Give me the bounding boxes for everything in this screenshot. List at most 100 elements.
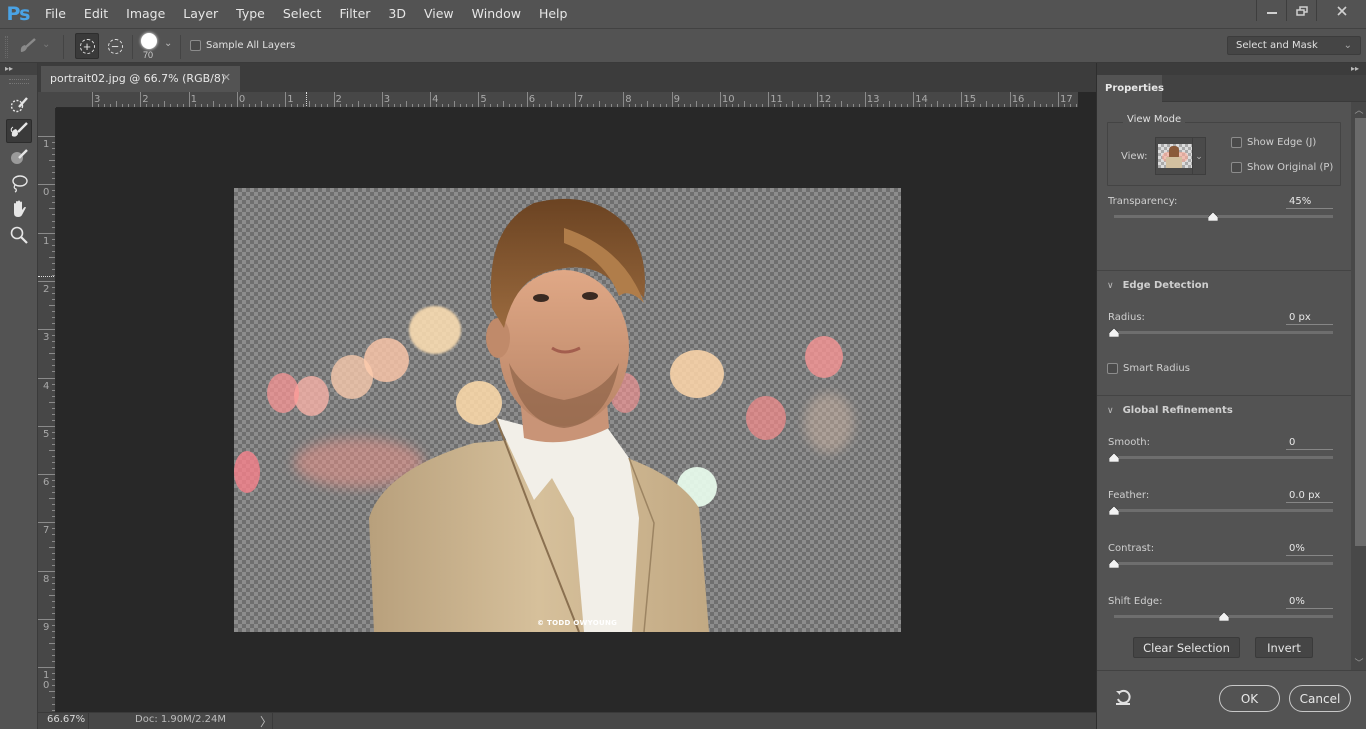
horizontal-ruler[interactable]: 3 2 1 0 1 2 3 4 5 6 7 8 9 10 11 12 13 14 15 16 17	[56, 92, 1078, 108]
radius-slider-track[interactable]	[1114, 331, 1333, 334]
show-edge-checkbox[interactable]: Show Edge (J)	[1231, 137, 1316, 148]
brush-preview-icon[interactable]	[141, 33, 157, 49]
brush-tool[interactable]	[6, 145, 32, 169]
smooth-label: Smooth:	[1108, 437, 1150, 448]
ruler-origin[interactable]	[38, 92, 56, 108]
ruler-minor-tick	[164, 101, 166, 107]
menu-edit[interactable]: Edit	[75, 0, 117, 28]
reset-button[interactable]	[1114, 688, 1132, 711]
subtract-from-selection-button[interactable]: −	[103, 33, 127, 59]
global-refinements-header[interactable]: ∨ Global Refinements	[1107, 405, 1233, 416]
menu-layer[interactable]: Layer	[174, 0, 227, 28]
cancel-button[interactable]: Cancel	[1289, 685, 1351, 712]
ruler-major-tick	[38, 619, 55, 620]
ruler-major-tick	[816, 92, 818, 107]
ruler-major-tick	[913, 92, 915, 107]
menu-view[interactable]: View	[415, 0, 463, 28]
vertical-ruler[interactable]: 101234567891 0	[38, 108, 56, 712]
show-original-checkbox[interactable]: Show Original (P)	[1231, 162, 1333, 173]
smooth-slider-track[interactable]	[1114, 456, 1333, 459]
view-thumbnail	[1158, 144, 1192, 168]
menu-image[interactable]: Image	[117, 0, 174, 28]
ruler-minor-tick	[550, 101, 552, 107]
ruler-label: 1	[43, 139, 50, 150]
zoom-tool[interactable]	[6, 223, 32, 247]
smart-radius-checkbox[interactable]: Smart Radius	[1107, 363, 1190, 374]
smooth-slider-thumb[interactable]	[1109, 453, 1119, 462]
photoshop-window: Ps File Edit Image Layer Type Select Fil…	[0, 0, 1366, 729]
ruler-major-tick	[188, 92, 190, 107]
transparency-slider-thumb[interactable]	[1207, 212, 1218, 221]
checkbox-icon[interactable]	[1231, 162, 1242, 173]
sample-all-layers-label: Sample All Layers	[206, 40, 296, 51]
ruler-major-tick	[623, 92, 625, 107]
scroll-down-icon[interactable]: ﹀	[1351, 656, 1366, 669]
document-image[interactable]: © TODD OWYOUNG	[234, 188, 901, 632]
canvas-area[interactable]: © TODD OWYOUNG	[56, 108, 1078, 712]
ruler-minor-tick	[49, 498, 55, 500]
contrast-slider-track[interactable]	[1114, 562, 1333, 565]
ok-button[interactable]: OK	[1219, 685, 1280, 712]
hand-tool[interactable]	[6, 197, 32, 221]
checkbox-icon[interactable]	[1107, 363, 1118, 374]
edge-detection-header[interactable]: ∨ Edge Detection	[1107, 280, 1209, 291]
shift-edge-value[interactable]: 0%	[1286, 596, 1333, 609]
radius-value[interactable]: 0 px	[1286, 312, 1333, 325]
contrast-slider-thumb[interactable]	[1109, 559, 1119, 568]
lasso-tool[interactable]	[6, 171, 32, 195]
zoom-level-field[interactable]: 66.67%	[38, 713, 89, 729]
contrast-value[interactable]: 0%	[1286, 543, 1333, 556]
chevron-down-icon[interactable]: ⌄	[1192, 138, 1205, 174]
status-menu-arrow-icon[interactable]: 〉	[260, 713, 272, 729]
clear-selection-button[interactable]: Clear Selection	[1133, 637, 1240, 658]
select-and-mask-dropdown[interactable]: Select and Mask ⌄	[1227, 36, 1361, 55]
transparency-slider-track[interactable]	[1114, 215, 1333, 218]
menu-type[interactable]: Type	[227, 0, 274, 28]
menu-file[interactable]: File	[36, 0, 75, 28]
view-label: View:	[1121, 151, 1148, 162]
restore-button[interactable]	[1286, 0, 1316, 21]
quick-selection-tool[interactable]	[6, 93, 32, 117]
add-to-selection-button[interactable]: +	[75, 33, 99, 59]
feather-slider-thumb[interactable]	[1109, 506, 1119, 515]
invert-button[interactable]: Invert	[1255, 637, 1313, 658]
document-info[interactable]: Doc: 1.90M/2.24M	[135, 714, 226, 725]
close-tab-icon[interactable]: ✕	[222, 71, 231, 84]
ruler-minor-tick	[49, 594, 55, 596]
close-window-button[interactable]	[1316, 0, 1366, 21]
properties-scrollbar[interactable]: ︿ ﹀	[1351, 102, 1366, 670]
minimize-button[interactable]	[1256, 0, 1286, 21]
menu-select[interactable]: Select	[274, 0, 331, 28]
tool-preset-chevron-icon[interactable]: ⌄	[42, 39, 50, 50]
checkbox-icon[interactable]	[190, 40, 201, 51]
transparency-value[interactable]: 45%	[1286, 196, 1333, 209]
checkbox-icon[interactable]	[1231, 137, 1242, 148]
options-bar-grip[interactable]	[5, 36, 8, 58]
feather-slider-track[interactable]	[1114, 509, 1333, 512]
toolbar-collapse-icon[interactable]: ▸▸	[0, 63, 37, 75]
ruler-minor-tick	[937, 101, 939, 107]
radius-slider-thumb[interactable]	[1109, 328, 1119, 337]
feather-value[interactable]: 0.0 px	[1286, 490, 1333, 503]
feather-label: Feather:	[1108, 490, 1150, 501]
document-tab[interactable]: portrait02.jpg @ 66.7% (RGB/8) ✕	[41, 66, 240, 92]
panel-collapse-icon[interactable]: ▸▸	[1097, 63, 1366, 75]
menu-help[interactable]: Help	[530, 0, 577, 28]
smooth-value[interactable]: 0	[1286, 437, 1333, 450]
ruler-minor-tick	[49, 256, 55, 258]
sample-all-layers-checkbox[interactable]: Sample All Layers	[190, 40, 295, 51]
refine-edge-brush-tool[interactable]	[5, 119, 32, 143]
scrollbar-thumb[interactable]	[1355, 118, 1366, 546]
tool-preset-picker[interactable]	[17, 36, 39, 56]
scroll-up-icon[interactable]: ︿	[1351, 103, 1366, 116]
contrast-label: Contrast:	[1108, 543, 1155, 554]
menu-3d[interactable]: 3D	[379, 0, 415, 28]
tab-properties[interactable]: Properties	[1097, 75, 1164, 102]
shift-edge-slider-thumb[interactable]	[1218, 612, 1229, 621]
view-mode-picker[interactable]: ⌄	[1155, 137, 1206, 175]
brush-picker-chevron-icon[interactable]: ⌄	[164, 38, 172, 49]
menu-window[interactable]: Window	[463, 0, 530, 28]
ruler-major-tick	[671, 92, 673, 107]
menu-filter[interactable]: Filter	[330, 0, 379, 28]
toolbar-grip[interactable]	[8, 79, 29, 84]
